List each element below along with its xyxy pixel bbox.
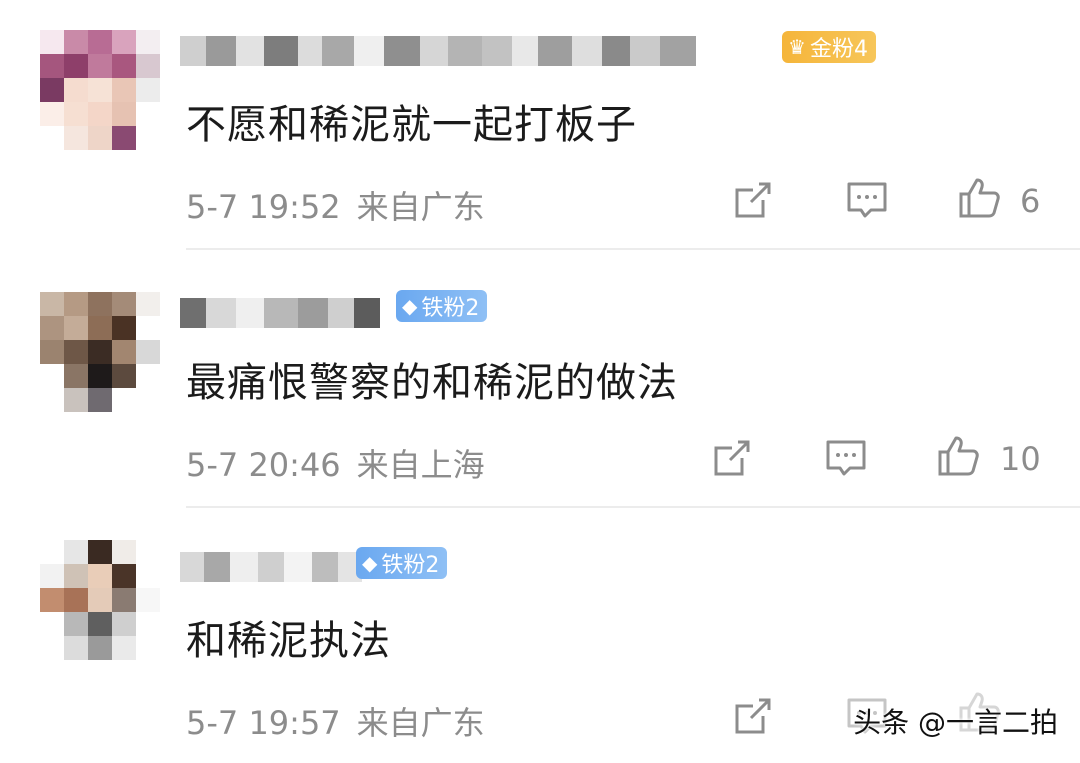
badge-label: 金粉4: [809, 37, 868, 62]
avatar[interactable]: [40, 30, 160, 150]
username-redacted[interactable]: [180, 296, 380, 330]
avatar[interactable]: [40, 292, 160, 412]
comment-icon[interactable]: [824, 436, 868, 480]
share-icon[interactable]: [710, 436, 754, 480]
like-count: 6: [1020, 182, 1041, 220]
comment-icon[interactable]: [845, 178, 889, 222]
like-icon[interactable]: [957, 176, 1001, 220]
like-count: 10: [1000, 440, 1041, 478]
comment-meta: 5-7 20:46 来自上海: [186, 440, 485, 486]
avatar[interactable]: [40, 540, 160, 660]
comment-time: 5-7 19:57: [186, 704, 341, 742]
comment-meta: 5-7 19:52 来自广东: [186, 182, 485, 228]
badge-label: 铁粉2: [381, 553, 440, 578]
divider: [186, 248, 1080, 250]
share-icon[interactable]: [731, 178, 775, 222]
watermark: 头条 @一言二拍: [853, 706, 1058, 739]
fan-badge[interactable]: ♛ 金粉4: [782, 31, 876, 63]
comment-location: 来自广东: [356, 188, 485, 226]
comment-location: 来自广东: [356, 704, 485, 742]
diamond-icon: ◆: [402, 294, 418, 318]
comment-text: 最痛恨警察的和稀泥的做法: [186, 360, 678, 406]
comment-time: 5-7 20:46: [186, 446, 341, 484]
comment-text: 不愿和稀泥就一起打板子: [186, 102, 637, 148]
comment-text: 和稀泥执法: [186, 618, 391, 664]
comment-time: 5-7 19:52: [186, 188, 341, 226]
crown-icon: ♛: [788, 35, 806, 59]
fan-badge[interactable]: ◆ 铁粉2: [356, 547, 448, 579]
badge-label: 铁粉2: [421, 296, 480, 321]
username-redacted[interactable]: [180, 34, 696, 68]
share-icon[interactable]: [731, 694, 775, 738]
fan-badge[interactable]: ◆ 铁粉2: [396, 290, 488, 322]
like-icon[interactable]: [936, 434, 980, 478]
comment-location: 来自上海: [356, 446, 485, 484]
divider: [186, 506, 1080, 508]
username-redacted[interactable]: [180, 550, 362, 584]
diamond-icon: ◆: [362, 551, 378, 575]
comment-meta: 5-7 19:57 来自广东: [186, 698, 485, 744]
